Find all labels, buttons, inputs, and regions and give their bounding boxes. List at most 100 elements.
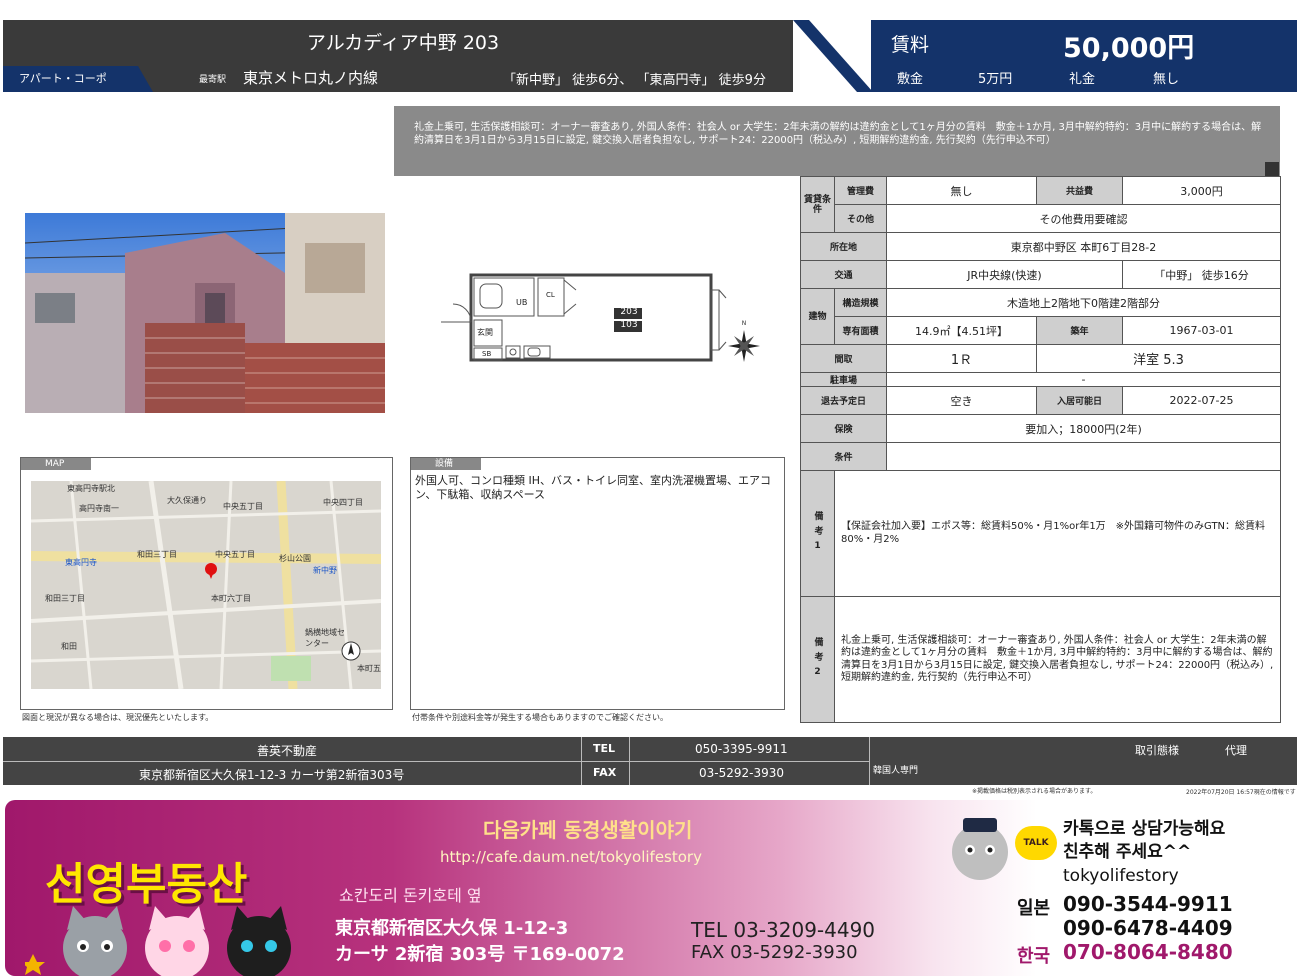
remark1-label: 備考1	[800, 470, 835, 597]
building-label: 建物	[800, 288, 835, 345]
kr-tel: 070-8064-8480	[1063, 940, 1233, 964]
agency-fax-label: FAX	[593, 766, 617, 779]
key-money-label: 礼金	[1069, 72, 1096, 87]
korean-specialist: 韓国人専門	[873, 766, 919, 776]
area-value: 14.9㎡【4.51坪】	[886, 316, 1037, 345]
remark1-value: 【保証会社加入要】エポス等：総賃料50%・月1%or年1万 ※外国籍可物件のみG…	[834, 470, 1281, 597]
header: アルカディア中野 203 アパート・コーポ 最寄駅 東京メトロ丸ノ内線 「新中野…	[3, 20, 1297, 92]
area-label: 専有面積	[834, 316, 887, 345]
room-value: 洋室 5.3	[1036, 344, 1281, 373]
nearest-station: 東京メトロ丸ノ内線	[243, 69, 379, 87]
agency-tel-label: TEL	[593, 742, 616, 755]
key-money-value: 無し	[1153, 72, 1180, 87]
parking-label: 駐車場	[800, 372, 887, 387]
layout-label: 間取	[800, 344, 887, 373]
plan-room-103: 103	[620, 320, 638, 330]
promo-fax: FAX 03-5292-3930	[691, 942, 858, 963]
conditions-label: 条件	[800, 442, 887, 471]
facilities-note: 付帯条件や別途料金等が発生する場合もありますのでご確認ください。	[412, 713, 668, 722]
remark2-label: 備考2	[800, 596, 835, 723]
transport-label: 交通	[800, 260, 887, 289]
map-station: 東高円寺	[65, 558, 97, 567]
agency-name: 善英不動産	[257, 744, 318, 758]
other-label: その他	[834, 204, 887, 233]
promo-url[interactable]: http://cafe.daum.net/tokyolifestory	[440, 848, 702, 866]
plan-cl-label: CL	[546, 291, 555, 299]
transport-line: JR中央線(快速)	[886, 260, 1123, 289]
built-label: 築年	[1036, 316, 1123, 345]
svg-text:N: N	[742, 320, 747, 327]
common-fee-value: 3,000円	[1122, 176, 1281, 205]
jp-label: 일본	[1017, 898, 1051, 919]
deal-type-label: 取引態様	[1135, 744, 1179, 757]
map-place: 本町五	[357, 664, 381, 673]
promo-brand: 선영부동산	[45, 859, 248, 910]
plan-sb-label: SB	[482, 350, 492, 358]
lease-terms-label: 賃貸条件	[800, 176, 835, 233]
kakao-line2: 친추해 주세요^^	[1063, 842, 1192, 862]
cats-illustration	[25, 906, 291, 976]
kakao-id: tokyolifestory	[1063, 866, 1179, 886]
kakao-line1: 카톡으로 상담가능해요	[1063, 819, 1226, 839]
rent-label: 賃料	[891, 34, 930, 56]
property-title: アルカディア中野 203	[306, 32, 500, 54]
header-slash-decoration	[793, 20, 873, 92]
plan-entrance-label: 玄関	[477, 328, 493, 337]
transport-walk: 「中野」 徒歩16分	[1122, 260, 1281, 289]
movein-label: 入居可能日	[1036, 386, 1123, 415]
banner-corner-square	[1265, 162, 1279, 176]
map-place: 和田三丁目	[137, 550, 177, 559]
promo-banner: 다음카페 동경생활이야기 http://cafe.daum.net/tokyol…	[5, 800, 1295, 976]
address-value: 東京都中野区 本町6丁目28-2	[886, 232, 1281, 261]
nearest-station-label: 最寄駅	[199, 75, 227, 85]
facilities-tab-label: 設備	[411, 458, 481, 470]
promo-tel: TEL 03-3209-4490	[691, 918, 876, 942]
map-place: 中央四丁目	[323, 498, 363, 507]
promo-address1: 東京都新宿区大久保 1-12-3	[335, 918, 569, 939]
common-fee-label: 共益費	[1036, 176, 1123, 205]
parking-value: -	[886, 372, 1281, 387]
compass-icon	[728, 330, 760, 362]
deposit-label: 敷金	[897, 72, 924, 87]
walk-time: 「新中野」 徒歩6分、 「東高円寺」 徒歩9分	[503, 73, 766, 88]
facilities-text: 外国人可、コンロ種類 IH、バス・トイレ同室、室内洗濯機置場、エアコン、下駄箱、…	[415, 474, 772, 501]
building-photo	[25, 213, 385, 413]
address-label: 所在地	[800, 232, 887, 261]
moveout-label: 退去予定日	[800, 386, 887, 415]
map-place: 杉山公園	[279, 554, 311, 563]
map-place: 本町六丁目	[211, 594, 251, 603]
layout-value: 1Ｒ	[886, 344, 1037, 373]
promo-location: 쇼칸도리 돈키호테 옆	[339, 886, 482, 905]
agency-tel[interactable]: 050-3395-9911	[695, 742, 788, 756]
map-station: 新中野	[313, 566, 337, 575]
agency-address: 東京都新宿区大久保1-12-3 カーサ第2新宿303号	[139, 768, 405, 782]
map-place: 和田三丁目	[45, 594, 85, 603]
mgmt-fee-value: 無し	[886, 176, 1037, 205]
map-place: 鍋横地域センター	[305, 628, 345, 648]
mgmt-fee-label: 管理費	[834, 176, 887, 205]
map-place: 中央五丁目	[223, 502, 263, 511]
remark-banner: 礼金上乗可, 生活保護相談可：オーナー審査あり, 外国人条件：社会人 or 大学…	[394, 106, 1280, 176]
jp-tel1: 090-3544-9911	[1063, 892, 1233, 916]
map-place: 大久保通り	[167, 496, 207, 505]
agency-fax: 03-5292-3930	[699, 766, 785, 780]
map-place: 高円寺南一	[79, 504, 119, 513]
remark2-value: 礼金上乗可, 生活保護相談可：オーナー審査あり, 外国人条件：社会人 or 大学…	[834, 596, 1281, 723]
property-type: アパート・コーポ	[3, 66, 153, 92]
fineprint-price: ※掲載価格は税別表示される場合があります。	[972, 788, 1097, 795]
insurance-value: 要加入；18000円(2年)	[886, 414, 1281, 443]
plan-ub-label: UB	[516, 298, 528, 307]
map-image[interactable]: 東高円寺駅北 高円寺南一 大久保通り 中央五丁目 中央四丁目 和田三丁目 中央五…	[31, 481, 381, 689]
other-value: その他費用要確認	[886, 204, 1281, 233]
structure-value: 木造地上2階地下0階建2階部分	[886, 288, 1281, 317]
map-panel: MAP 東高円寺駅北 高円寺南一 大久保通り 中央五丁目 中央四丁目 和田三丁目…	[20, 457, 393, 710]
map-place: 中央五丁目	[215, 550, 255, 559]
facilities-panel: 設備 外国人可、コンロ種類 IH、バス・トイレ同室、室内洗濯機置場、エアコン、下…	[410, 457, 785, 710]
insurance-label: 保険	[800, 414, 887, 443]
kr-label: 한국	[1017, 946, 1051, 967]
kakao-talk-icon: TALK	[1015, 826, 1057, 860]
map-place: 東高円寺駅北	[67, 484, 115, 493]
avatar-cat	[952, 818, 1008, 880]
moveout-value: 空き	[886, 386, 1037, 415]
map-note: 図面と現況が異なる場合は、現況優先といたします。	[22, 713, 214, 722]
